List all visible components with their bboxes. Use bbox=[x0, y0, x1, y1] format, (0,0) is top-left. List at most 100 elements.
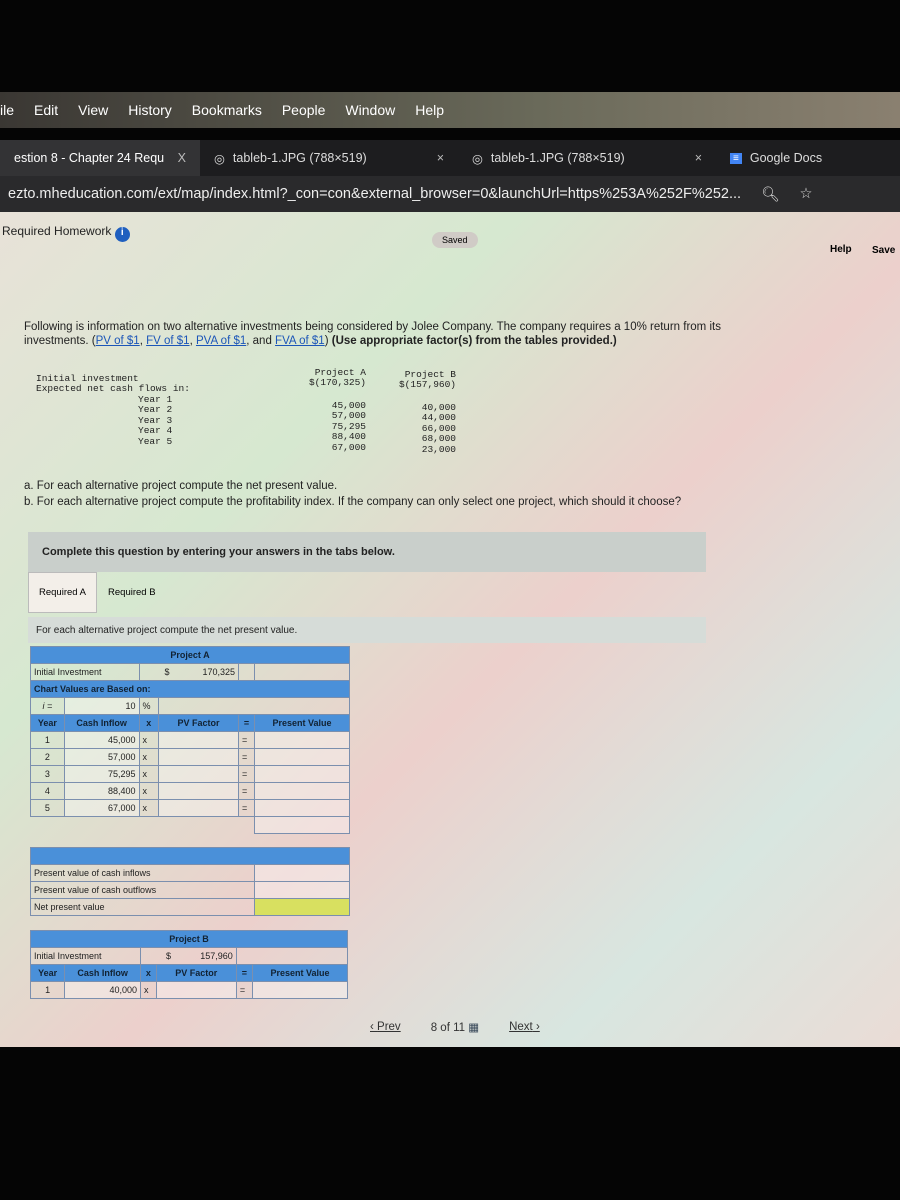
close-icon[interactable]: × bbox=[695, 151, 702, 165]
star-icon[interactable]: ☆ bbox=[800, 186, 813, 202]
chart-based-on: Chart Values are Based on: bbox=[30, 680, 350, 698]
next-button[interactable]: Next › bbox=[509, 1021, 540, 1033]
info-icon[interactable]: i bbox=[114, 227, 130, 242]
browser-tab[interactable]: ≡ Google Docs bbox=[716, 140, 836, 176]
tab-label: tableb-1.JPG (788×519) bbox=[490, 151, 625, 165]
year: 4 bbox=[30, 782, 65, 800]
problem-intro: Following is information on two alternat… bbox=[24, 321, 721, 348]
menu-bookmarks[interactable]: Bookmarks bbox=[192, 102, 262, 118]
menu-view[interactable]: View bbox=[78, 102, 108, 118]
saved-status: Saved bbox=[432, 232, 478, 248]
initial-label: Initial Investment bbox=[30, 947, 141, 965]
project-b-title: Project B bbox=[30, 930, 348, 948]
given-project-a: Project A $(170,325) 45,000 57,000 75,295 88… bbox=[308, 367, 366, 453]
project-b-table: Project B Initial Investment $157,960 Yea… bbox=[29, 930, 349, 999]
year: 2 bbox=[30, 748, 65, 766]
rate-label: i = bbox=[30, 697, 65, 715]
cash-inflow-input[interactable]: 88,400 bbox=[63, 782, 140, 800]
project-a-table: Project A Initial Investment $170,325 Cha… bbox=[30, 646, 350, 916]
multiply-sign: x bbox=[138, 782, 160, 800]
link-fva[interactable]: FVA of $1 bbox=[275, 335, 325, 347]
search-icon[interactable]: 🔍︎ bbox=[761, 186, 779, 203]
year: 5 bbox=[30, 799, 65, 817]
table-row: 2 57,000 x = bbox=[30, 748, 350, 766]
equals-sign: = bbox=[238, 731, 255, 749]
grid-icon[interactable]: ▦ bbox=[468, 1022, 479, 1034]
link-fv[interactable]: FV of $1 bbox=[146, 335, 189, 347]
equals-sign: = bbox=[238, 782, 255, 800]
requirement-tabs: Required A Required B bbox=[28, 572, 167, 613]
npv-input[interactable] bbox=[254, 898, 350, 916]
present-value-input[interactable] bbox=[254, 799, 350, 817]
tab-required-b[interactable]: Required B bbox=[97, 572, 167, 613]
initial-value: $157,960 bbox=[140, 947, 237, 965]
present-value-input[interactable] bbox=[254, 731, 350, 749]
given-labels: Initial investment Expected net cash flow… bbox=[36, 373, 190, 447]
cash-inflow-input[interactable]: 57,000 bbox=[63, 748, 140, 766]
close-icon[interactable]: X bbox=[178, 151, 186, 165]
pv-factor-input[interactable] bbox=[158, 748, 240, 766]
browser-tab[interactable]: ◎ tableb-1.JPG (788×519) × bbox=[200, 140, 458, 176]
pv-outflows-input[interactable] bbox=[254, 881, 350, 899]
globe-icon: ◎ bbox=[472, 151, 483, 166]
percent-sign: % bbox=[138, 697, 160, 715]
initial-value: $170,325 bbox=[138, 663, 240, 681]
pv-factor-input[interactable] bbox=[155, 981, 237, 999]
menu-help[interactable]: Help bbox=[415, 102, 444, 118]
page-indicator: 8 of 11 ▦ bbox=[430, 1022, 480, 1034]
tab-instruction: For each alternative project compute the… bbox=[28, 617, 706, 643]
help-button[interactable]: Help bbox=[830, 244, 852, 255]
cash-inflow-input[interactable]: 75,295 bbox=[63, 765, 140, 783]
cash-inflow-input[interactable]: 40,000 bbox=[64, 981, 141, 999]
tab-required-a[interactable]: Required A bbox=[28, 572, 98, 613]
pv-factor-input[interactable] bbox=[158, 782, 240, 800]
browser-tab[interactable]: ◎ tableb-1.JPG (788×519) × bbox=[458, 140, 716, 176]
pv-inflows-input[interactable] bbox=[254, 864, 350, 882]
instructions-banner: Complete this question by entering your … bbox=[28, 532, 706, 572]
npv-label: Net present value bbox=[30, 898, 255, 916]
present-value-input[interactable] bbox=[252, 981, 348, 999]
page: Required Homework i Saved Help Save Foll… bbox=[0, 212, 900, 1047]
menu-history[interactable]: History bbox=[128, 102, 172, 118]
year: 3 bbox=[30, 765, 65, 783]
address-bar[interactable]: ezto.mheducation.com/ext/map/index.html?… bbox=[0, 176, 900, 212]
menu-people[interactable]: People bbox=[282, 102, 326, 118]
table-row: 4 88,400 x = bbox=[30, 782, 350, 800]
pv-factor-input[interactable] bbox=[158, 731, 240, 749]
cash-inflow-input[interactable]: 45,000 bbox=[63, 731, 140, 749]
link-pv[interactable]: PV of $1 bbox=[96, 335, 140, 347]
table-row: 5 67,000 x = bbox=[30, 799, 350, 817]
menu-window[interactable]: Window bbox=[345, 102, 395, 118]
initial-label: Initial Investment bbox=[30, 663, 140, 681]
present-value-input[interactable] bbox=[254, 782, 350, 800]
multiply-sign: x bbox=[138, 748, 160, 766]
present-value-input[interactable] bbox=[254, 748, 350, 766]
equals-sign: = bbox=[238, 799, 255, 817]
link-pva[interactable]: PVA of $1 bbox=[196, 335, 246, 347]
url-text: ezto.mheducation.com/ext/map/index.html?… bbox=[8, 186, 742, 202]
google-docs-icon: ≡ bbox=[730, 152, 742, 164]
save-button[interactable]: Save bbox=[872, 245, 895, 256]
pv-outflows-label: Present value of cash outflows bbox=[30, 881, 255, 899]
browser-tab[interactable]: estion 8 - Chapter 24 Requ X bbox=[0, 140, 200, 176]
cash-inflow-input[interactable]: 67,000 bbox=[63, 799, 140, 817]
close-icon[interactable]: × bbox=[437, 151, 444, 165]
present-value-input[interactable] bbox=[254, 765, 350, 783]
pagination: ‹ Prev 8 of 11 ▦ Next › bbox=[370, 1020, 540, 1034]
tab-label: tableb-1.JPG (788×519) bbox=[232, 151, 367, 165]
pv-total-input[interactable] bbox=[254, 816, 350, 834]
pv-factor-input[interactable] bbox=[158, 765, 240, 783]
prev-button[interactable]: ‹ Prev bbox=[370, 1021, 401, 1033]
menu-file[interactable]: ile bbox=[0, 102, 14, 118]
multiply-sign: x bbox=[138, 765, 160, 783]
equals-sign: = bbox=[235, 981, 254, 999]
rate-input[interactable]: 10 bbox=[63, 697, 140, 715]
given-project-b: Project B $(157,960) 40,000 44,000 66,000 68… bbox=[398, 369, 456, 455]
equals-sign: = bbox=[238, 748, 255, 766]
table-row: 1 40,000 x = bbox=[29, 981, 348, 999]
tab-label: Google Docs bbox=[749, 151, 823, 165]
project-a-title: Project A bbox=[30, 646, 350, 664]
pv-factor-input[interactable] bbox=[158, 799, 240, 817]
multiply-sign: x bbox=[140, 981, 157, 999]
menu-edit[interactable]: Edit bbox=[34, 102, 58, 118]
